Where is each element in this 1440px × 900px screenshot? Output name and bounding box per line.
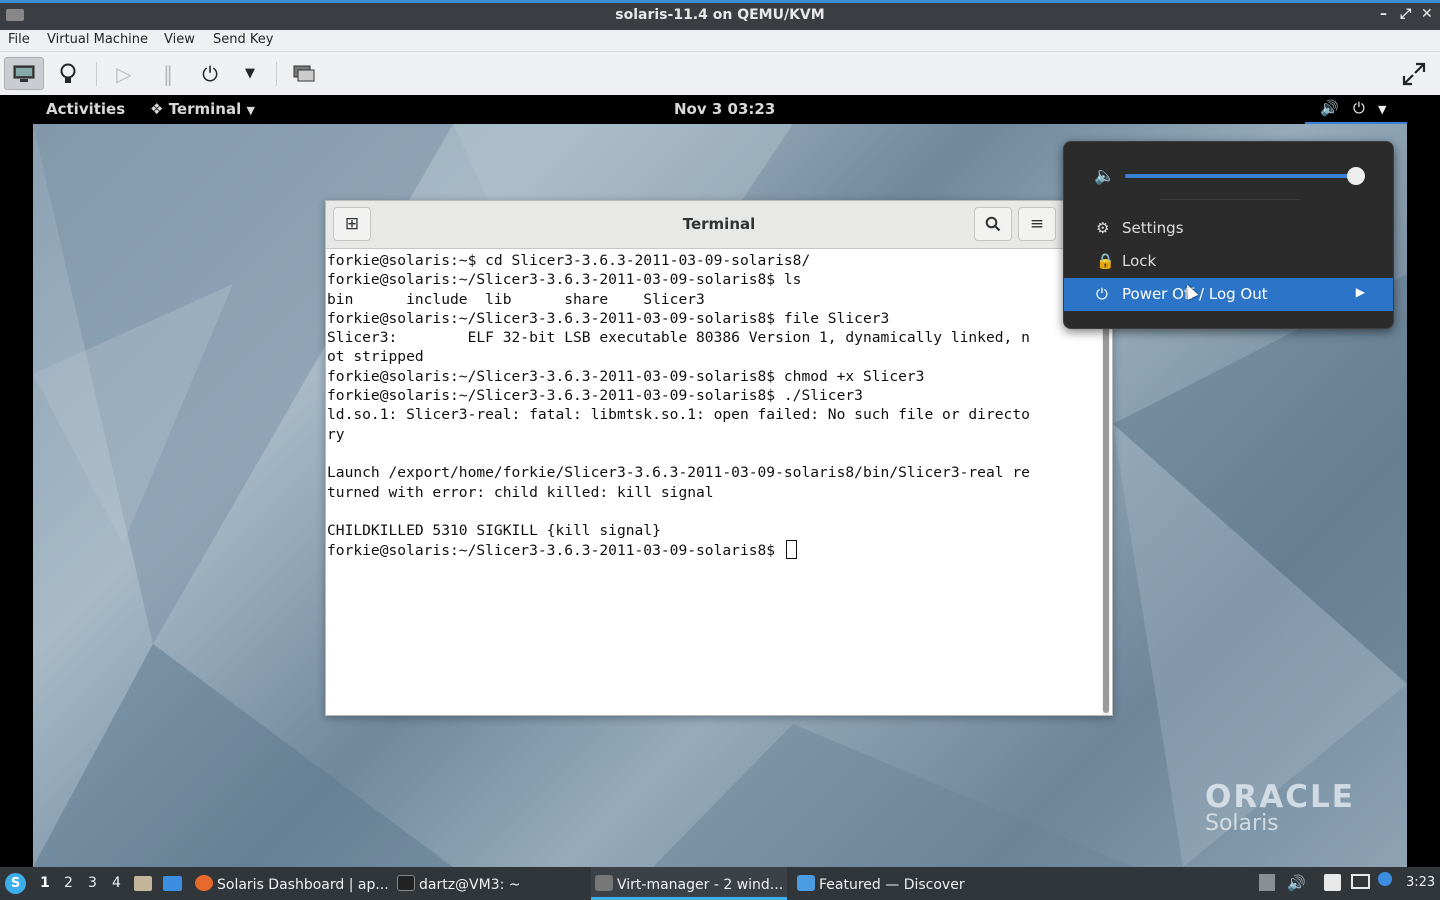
workspace-1[interactable]: 1 xyxy=(40,875,50,891)
pause-icon[interactable]: ‖ xyxy=(148,57,188,90)
terminal-line: forkie@solaris:~/Slicer3-3.6.3-2011-03-0… xyxy=(327,309,890,327)
app-menu-label: Terminal xyxy=(168,100,242,118)
terminal-header-bar: ⊞ Terminal ≡ xyxy=(326,201,1112,249)
terminal-prompt: forkie@solaris:~/Slicer3-3.6.3-2011-03-0… xyxy=(327,542,784,560)
gnome-top-bar: Activities ❖ Terminal ▼ Nov 3 03:23 🔊 ⏻ … xyxy=(0,95,1440,124)
task-terminal-dartz[interactable]: dartz@VM3: ~ xyxy=(397,867,521,900)
notification-icon[interactable] xyxy=(1259,874,1275,895)
maximize-button[interactable]: ⤢ xyxy=(1400,6,1411,22)
menu-view[interactable]: View xyxy=(164,32,195,47)
power-icon: ⏻ xyxy=(1096,285,1108,303)
terminal-line: forkie@solaris:~/Slicer3-3.6.3-2011-03-0… xyxy=(327,367,925,385)
terminal-window[interactable]: ⊞ Terminal ≡ forkie@solaris:~$ cd Slicer… xyxy=(325,200,1113,716)
power-icon[interactable]: ⏻ xyxy=(190,57,230,90)
hamburger-menu-button[interactable]: ≡ xyxy=(1018,207,1056,241)
chevron-down-icon: ▼ xyxy=(246,104,255,117)
workspace-3[interactable]: 3 xyxy=(88,875,97,891)
network-icon[interactable] xyxy=(1351,874,1370,893)
menu-bar: File Virtual Machine View Send Key xyxy=(0,30,1440,52)
workspace-2[interactable]: 2 xyxy=(64,875,73,891)
terminal-line: bin include lib share Slicer3 xyxy=(327,290,705,308)
search-icon xyxy=(985,216,1001,232)
terminal-line: Launch /export/home/forkie/Slicer3-3.6.3… xyxy=(327,464,1030,482)
dropdown-arrow-icon[interactable]: ▼ xyxy=(230,57,270,90)
desktop-icon[interactable] xyxy=(163,876,182,895)
menu-virtual-machine[interactable]: Virtual Machine xyxy=(47,32,148,47)
vm-display[interactable]: ORACLE Solaris Activities ❖ Terminal ▼ N… xyxy=(0,95,1440,867)
terminal-prompt-line[interactable]: forkie@solaris:~/Slicer3-3.6.3-2011-03-0… xyxy=(327,540,1102,560)
settings-menu-item[interactable]: ⚙ Settings xyxy=(1064,212,1393,245)
clock[interactable]: Nov 3 03:23 xyxy=(674,100,775,118)
fullscreen-icon[interactable] xyxy=(1394,57,1434,90)
vm-toolbar: ▷ ‖ ⏻ ▼ xyxy=(0,52,1440,95)
terminal-line: Slicer3: ELF 32-bit LSB executable 80386… xyxy=(327,329,1030,347)
terminal-output[interactable]: forkie@solaris:~$ cd Slicer3-3.6.3-2011-… xyxy=(327,251,1102,715)
terminal-icon xyxy=(397,875,415,891)
task-discover[interactable]: Featured — Discover xyxy=(797,867,965,900)
close-button[interactable]: ✕ xyxy=(1421,6,1433,22)
activities-button[interactable]: Activities xyxy=(46,100,125,118)
app-menu[interactable]: ❖ Terminal ▼ xyxy=(150,100,255,118)
task-solaris-dashboard[interactable]: Solaris Dashboard | ap... xyxy=(195,867,389,900)
search-button[interactable] xyxy=(974,207,1012,241)
chevron-right-icon: ▶ xyxy=(1355,285,1365,299)
chevron-down-icon: ▼ xyxy=(1378,103,1387,116)
taskbar-clock[interactable]: 3:23 xyxy=(1406,875,1435,890)
clipboard-icon[interactable] xyxy=(1324,874,1341,895)
volume-icon: 🔊 xyxy=(1320,99,1339,117)
terminal-line: turned with error: child killed: kill si… xyxy=(327,483,714,501)
play-icon[interactable]: ▷ xyxy=(104,57,144,90)
screenshot-icon[interactable] xyxy=(284,57,324,90)
oracle-solaris-logo: ORACLE Solaris xyxy=(1205,779,1355,836)
terminal-cursor xyxy=(785,540,797,560)
discover-icon xyxy=(797,875,815,891)
terminal-line: forkie@solaris:~/Slicer3-3.6.3-2011-03-0… xyxy=(327,387,863,405)
settings-icon: ⚙ xyxy=(1096,219,1110,237)
monitor-icon[interactable] xyxy=(4,57,44,90)
workspace-4[interactable]: 4 xyxy=(112,875,121,891)
host-window-title: solaris-11.4 on QEMU/KVM xyxy=(615,7,825,23)
firefox-icon xyxy=(195,875,213,891)
minimize-button[interactable]: – xyxy=(1380,6,1387,22)
terminal-line: forkie@solaris:~/Slicer3-3.6.3-2011-03-0… xyxy=(327,271,802,289)
terminal-line: CHILDKILLED 5310 SIGKILL {kill signal} xyxy=(327,522,661,540)
volume-slider[interactable] xyxy=(1125,174,1357,178)
volume-muted-icon: 🔈 xyxy=(1094,166,1116,186)
lock-icon: 🔒 xyxy=(1096,252,1115,270)
task-virt-manager[interactable]: Virt-manager - 2 wind... xyxy=(591,867,787,900)
power-off-menu-item[interactable]: ⏻ Power Off / Log Out ▶ xyxy=(1064,278,1393,311)
volume-icon[interactable]: 🔊 xyxy=(1287,874,1306,892)
system-menu-popover: 🔈 ⚙ Settings 🔒 Lock ⏻ Power Off / Log Ou… xyxy=(1063,141,1394,329)
terminal-line: ld.so.1: Slicer3-real: fatal: libmtsk.so… xyxy=(327,406,1030,424)
terminal-app-icon: ❖ xyxy=(150,100,164,118)
lightbulb-icon[interactable] xyxy=(48,57,88,90)
file-manager-icon[interactable] xyxy=(134,876,152,895)
virt-manager-icon xyxy=(595,875,613,891)
terminal-line: ry xyxy=(327,425,345,443)
lock-menu-item[interactable]: 🔒 Lock xyxy=(1064,245,1393,278)
system-tray[interactable]: 🔊 ⏻ ▼ xyxy=(1305,95,1407,124)
host-title-bar: solaris-11.4 on QEMU/KVM – ⤢ ✕ xyxy=(0,0,1440,30)
power-icon: ⏻ xyxy=(1353,99,1365,117)
terminal-line: ot stripped xyxy=(327,348,424,366)
menu-send-key[interactable]: Send Key xyxy=(213,32,273,47)
menu-file[interactable]: File xyxy=(8,32,30,47)
updates-icon[interactable] xyxy=(1378,872,1392,890)
app-launcher-icon[interactable]: S xyxy=(5,873,26,894)
volume-slider-handle[interactable] xyxy=(1347,167,1365,185)
terminal-line: forkie@solaris:~$ cd Slicer3-3.6.3-2011-… xyxy=(327,252,811,269)
host-taskbar: S 1 2 3 4 Solaris Dashboard | ap... dart… xyxy=(0,867,1440,900)
